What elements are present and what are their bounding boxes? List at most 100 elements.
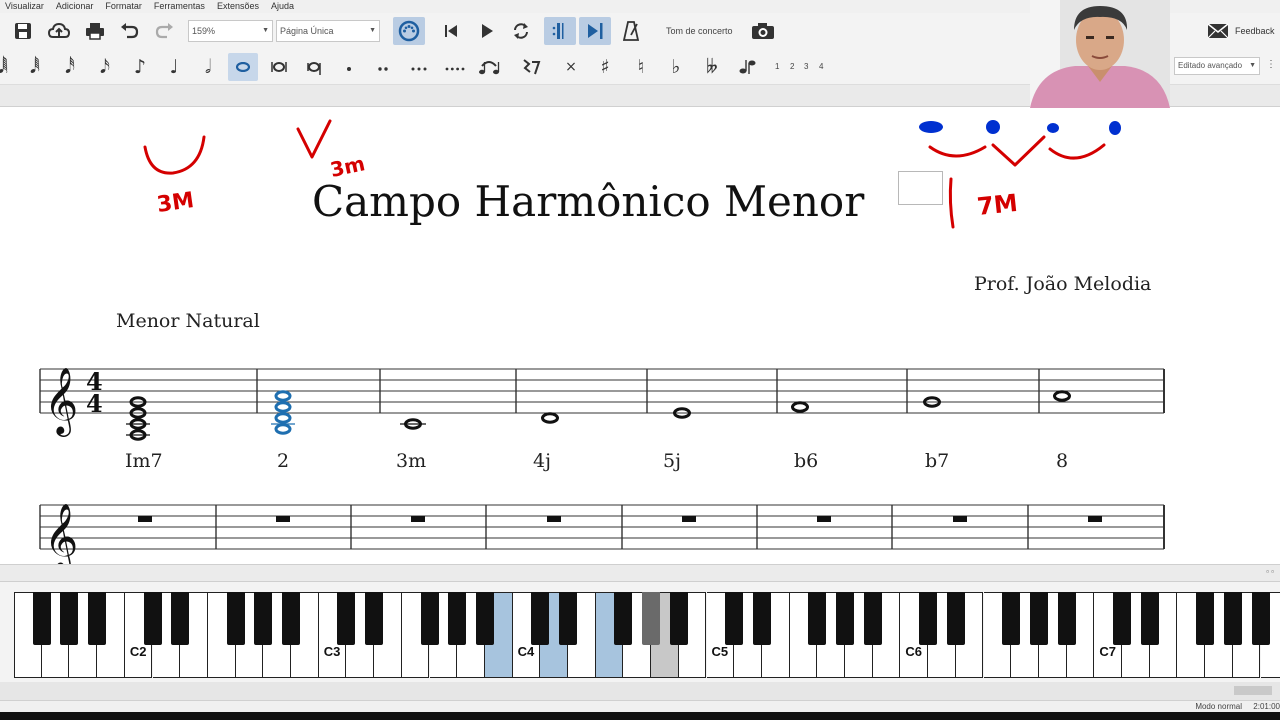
note-longa-button[interactable] [299, 53, 329, 81]
double-sharp-icon[interactable]: × [556, 53, 586, 81]
voice-2-button[interactable]: 2 [790, 49, 794, 85]
piano-black-key[interactable] [1057, 592, 1076, 645]
piano-black-key[interactable] [32, 592, 51, 645]
menu-adicionar[interactable]: Adicionar [56, 0, 94, 13]
scroll-thumb[interactable] [1234, 686, 1272, 695]
feedback-mail-icon[interactable] [1206, 21, 1230, 41]
chord-label[interactable]: 5j [663, 450, 681, 472]
dot-button[interactable] [334, 53, 364, 81]
menu-extensoes[interactable]: Extensões [217, 0, 259, 13]
tie-icon[interactable] [474, 53, 504, 81]
play-panel-button[interactable] [579, 17, 611, 45]
piano-black-key[interactable] [420, 592, 439, 645]
loop-in-button[interactable] [544, 17, 576, 45]
play-icon[interactable] [474, 19, 500, 43]
piano-black-key[interactable] [836, 592, 854, 645]
piano-black-key[interactable] [1196, 592, 1215, 645]
zoom-select[interactable]: 159% ▼ [188, 20, 273, 42]
rewind-icon[interactable] [438, 19, 464, 43]
piano-black-key[interactable] [88, 592, 107, 645]
piano-black-key[interactable] [1113, 592, 1131, 645]
note-breve-button[interactable] [264, 53, 294, 81]
chord-label[interactable]: b7 [925, 450, 949, 472]
piano-black-key[interactable] [60, 592, 79, 645]
chord-label[interactable]: 2 [277, 450, 289, 472]
piano-black-key[interactable] [614, 592, 633, 645]
chord-label[interactable]: Im7 [125, 450, 163, 472]
piano-black-key[interactable] [725, 592, 744, 645]
double-dot-button[interactable] [368, 53, 398, 81]
piano-black-key[interactable] [337, 592, 356, 645]
piano-black-key[interactable] [808, 592, 827, 645]
more-options-icon[interactable]: ⋮ [1266, 59, 1276, 70]
piano-black-key[interactable] [1223, 592, 1242, 645]
voice-4-button[interactable]: 4 [819, 49, 823, 85]
piano-black-key[interactable] [143, 592, 162, 645]
midi-input-button[interactable] [393, 17, 425, 45]
piano-black-key[interactable] [1002, 592, 1021, 645]
natural-icon[interactable]: ♮ [626, 53, 656, 81]
piano-black-key[interactable] [365, 592, 384, 645]
piano-black-key[interactable] [475, 592, 494, 645]
menu-visualizar[interactable]: Visualizar [5, 0, 44, 13]
note-eighth-button[interactable]: ♪ [125, 53, 155, 81]
flat-icon[interactable]: ♭ [661, 53, 691, 81]
piano-black-key[interactable] [531, 592, 550, 645]
piano-black-key[interactable] [226, 592, 245, 645]
chord-label[interactable]: 3m [396, 450, 426, 472]
undo-icon[interactable] [116, 19, 142, 43]
rest-icon[interactable] [516, 53, 546, 81]
piano-black-key[interactable] [448, 592, 467, 645]
piano-keyboard[interactable]: C2 C3 C4 C5 C6 C7 [0, 582, 1280, 682]
status-bar: Modo normal 2:01:00 [0, 700, 1280, 712]
piano-black-key[interactable] [946, 592, 965, 645]
menu-ferramentas[interactable]: Ferramentas [154, 0, 205, 13]
note-128th-button[interactable]: 𝅘𝅥𝅲 [0, 53, 18, 81]
note-half-button[interactable]: 𝅗𝅥 [193, 53, 223, 81]
note-whole-button[interactable] [228, 53, 258, 81]
piano-black-key[interactable] [282, 592, 300, 645]
note-32nd-button[interactable]: 𝅘𝅥𝅰 [55, 53, 85, 81]
panel-controls-icon[interactable]: ▫ ▫ [1266, 567, 1274, 576]
print-icon[interactable] [82, 19, 108, 43]
piano-black-key[interactable] [919, 592, 938, 645]
voice-3-button[interactable]: 3 [804, 49, 808, 85]
piano-black-key[interactable] [642, 592, 661, 645]
piano-black-key[interactable] [1140, 592, 1159, 645]
chord-label[interactable]: 8 [1056, 450, 1068, 472]
loop-icon[interactable] [508, 19, 534, 43]
concert-pitch-button[interactable]: Tom de concerto [666, 26, 733, 36]
menu-formatar[interactable]: Formatar [105, 0, 142, 13]
menu-ajuda[interactable]: Ajuda [271, 0, 294, 13]
note-quarter-button[interactable]: ♩ [159, 53, 189, 81]
cloud-upload-icon[interactable] [46, 19, 72, 43]
redo-icon[interactable] [152, 19, 178, 43]
voice-1-button[interactable]: 1 [775, 49, 779, 85]
piano-black-key[interactable] [669, 592, 688, 645]
flip-direction-icon[interactable] [733, 53, 763, 81]
note-64th-button[interactable]: 𝅘𝅥𝅱 [20, 53, 50, 81]
piano-scrollbar[interactable] [0, 682, 1280, 700]
save-icon[interactable] [10, 19, 36, 43]
triple-dot-button[interactable] [404, 53, 434, 81]
piano-black-key[interactable] [171, 592, 190, 645]
piano-black-key[interactable] [863, 592, 882, 645]
note-16th-button[interactable]: 𝅘𝅥𝅯 [90, 53, 120, 81]
quadruple-dot-button[interactable] [440, 53, 470, 81]
view-mode-select[interactable]: Página Única ▼ [276, 20, 380, 42]
camera-icon[interactable] [749, 19, 777, 43]
chord-label[interactable]: 4j [533, 450, 551, 472]
piano-black-key[interactable] [752, 592, 771, 645]
score-canvas[interactable]: Campo Harmônico Menor Prof. João Melodia… [0, 107, 1280, 564]
piano-black-key[interactable] [1029, 592, 1048, 645]
metronome-icon[interactable] [618, 19, 644, 43]
piano-black-key[interactable] [254, 592, 273, 645]
workspace-select[interactable]: Editado avançado ▼ [1174, 57, 1260, 75]
piano-black-key[interactable] [559, 592, 577, 645]
chord-label[interactable]: b6 [794, 450, 818, 472]
double-flat-icon[interactable]: 𝄫 [697, 53, 727, 81]
piano-black-key[interactable] [1251, 592, 1270, 645]
sharp-icon[interactable]: ♯ [590, 53, 620, 81]
ink-annotations [143, 119, 1106, 229]
feedback-label[interactable]: Feedback [1235, 26, 1275, 36]
